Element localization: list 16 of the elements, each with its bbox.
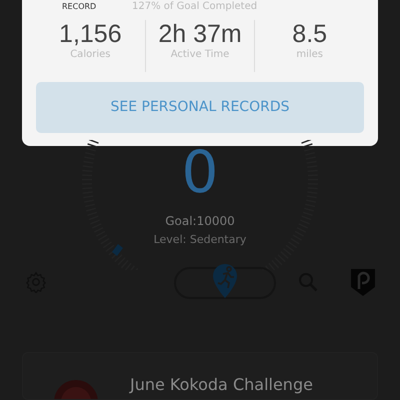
mode-toggle[interactable] bbox=[172, 262, 276, 302]
record-label: RECORD bbox=[61, 2, 98, 12]
goal-completion-text: 127% of Goal Completed bbox=[131, 2, 258, 12]
shield-logo-icon[interactable] bbox=[350, 267, 376, 297]
stat-value: 2h 37m bbox=[158, 20, 242, 48]
stat-label: miles bbox=[296, 48, 324, 62]
activity-level: Level: Sedentary bbox=[152, 232, 248, 248]
stat-label: Calories bbox=[70, 48, 110, 62]
challenge-card[interactable]: June Kokoda Challenge bbox=[22, 352, 378, 400]
step-goal: Goal:10000 bbox=[164, 213, 236, 230]
stat-value: 1,156 bbox=[59, 20, 122, 48]
stat-value: 8.5 bbox=[292, 20, 328, 48]
challenge-title: June Kokoda Challenge bbox=[130, 375, 313, 395]
step-count: 0 bbox=[180, 140, 220, 204]
stat-label: Active Time bbox=[170, 48, 230, 62]
see-records-button[interactable]: SEE PERSONAL RECORDS bbox=[36, 82, 364, 133]
